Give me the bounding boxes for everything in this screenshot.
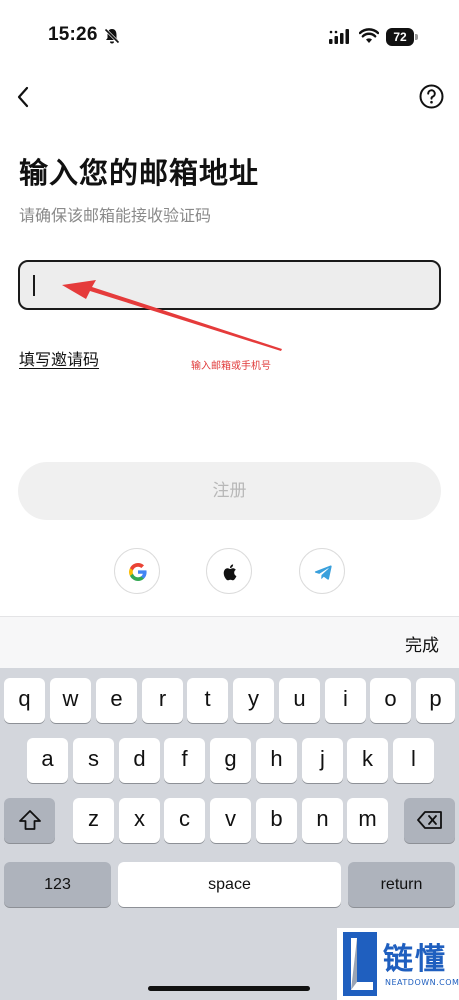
battery-level: 72 — [386, 28, 414, 46]
battery-indicator: 72 — [386, 28, 418, 46]
register-button[interactable]: 注册 — [18, 462, 441, 520]
keyboard-toolbar: 完成 — [0, 616, 459, 668]
telegram-icon — [314, 565, 332, 580]
shift-icon — [18, 810, 41, 830]
wifi-icon — [359, 28, 379, 43]
signal-icon — [329, 29, 349, 44]
page-subtitle: 请确保该邮箱能接收验证码 — [19, 206, 212, 225]
key-s[interactable]: s — [73, 738, 114, 783]
key-h[interactable]: h — [256, 738, 297, 783]
key-f[interactable]: f — [164, 738, 205, 783]
backspace-icon — [416, 811, 442, 829]
email-input[interactable] — [18, 260, 441, 310]
text-caret — [33, 275, 35, 296]
chevron-left-icon[interactable] — [12, 82, 36, 112]
key-t[interactable]: t — [187, 678, 228, 723]
key-d[interactable]: d — [119, 738, 160, 783]
bell-muted-icon — [104, 28, 120, 44]
key-g[interactable]: g — [210, 738, 251, 783]
page-title: 输入您的邮箱地址 — [19, 156, 260, 190]
space-key[interactable]: space — [118, 862, 341, 907]
key-x[interactable]: x — [119, 798, 160, 843]
home-indicator — [148, 986, 310, 991]
key-r[interactable]: r — [142, 678, 183, 723]
invite-code-link[interactable]: 填写邀请码 — [19, 346, 99, 370]
google-login-button[interactable] — [114, 548, 160, 594]
key-i[interactable]: i — [325, 678, 366, 723]
key-w[interactable]: w — [50, 678, 91, 723]
key-o[interactable]: o — [370, 678, 411, 723]
key-m[interactable]: m — [347, 798, 388, 843]
telegram-login-button[interactable] — [299, 548, 345, 594]
status-time: 15:26 — [48, 24, 98, 45]
key-a[interactable]: a — [27, 738, 68, 783]
key-q[interactable]: q — [4, 678, 45, 723]
battery-cap — [415, 34, 418, 40]
key-c[interactable]: c — [164, 798, 205, 843]
key-l[interactable]: l — [393, 738, 434, 783]
backspace-key[interactable] — [404, 798, 455, 843]
status-bar: 15:26 72 — [0, 0, 459, 70]
key-j[interactable]: j — [302, 738, 343, 783]
key-n[interactable]: n — [302, 798, 343, 843]
watermark: 链懂 NEATDOWN.COM — [337, 928, 459, 1000]
key-y[interactable]: y — [233, 678, 274, 723]
key-u[interactable]: u — [279, 678, 320, 723]
brand-logo-icon — [343, 932, 377, 996]
key-k[interactable]: k — [347, 738, 388, 783]
watermark-domain: NEATDOWN.COM — [385, 978, 459, 987]
question-circle-icon[interactable] — [419, 84, 444, 109]
key-b[interactable]: b — [256, 798, 297, 843]
apple-icon — [223, 564, 237, 581]
apple-login-button[interactable] — [206, 548, 252, 594]
key-e[interactable]: e — [96, 678, 137, 723]
numbers-key[interactable]: 123 — [4, 862, 111, 907]
key-p[interactable]: p — [416, 678, 455, 723]
keyboard-done-button[interactable]: 完成 — [405, 631, 439, 656]
shift-key[interactable] — [4, 798, 55, 843]
watermark-brand: 链懂 — [383, 942, 447, 977]
key-z[interactable]: z — [73, 798, 114, 843]
key-v[interactable]: v — [210, 798, 251, 843]
return-key[interactable]: return — [348, 862, 455, 907]
google-icon — [129, 563, 147, 581]
annotation-text: 输入邮箱或手机号 — [191, 361, 271, 372]
